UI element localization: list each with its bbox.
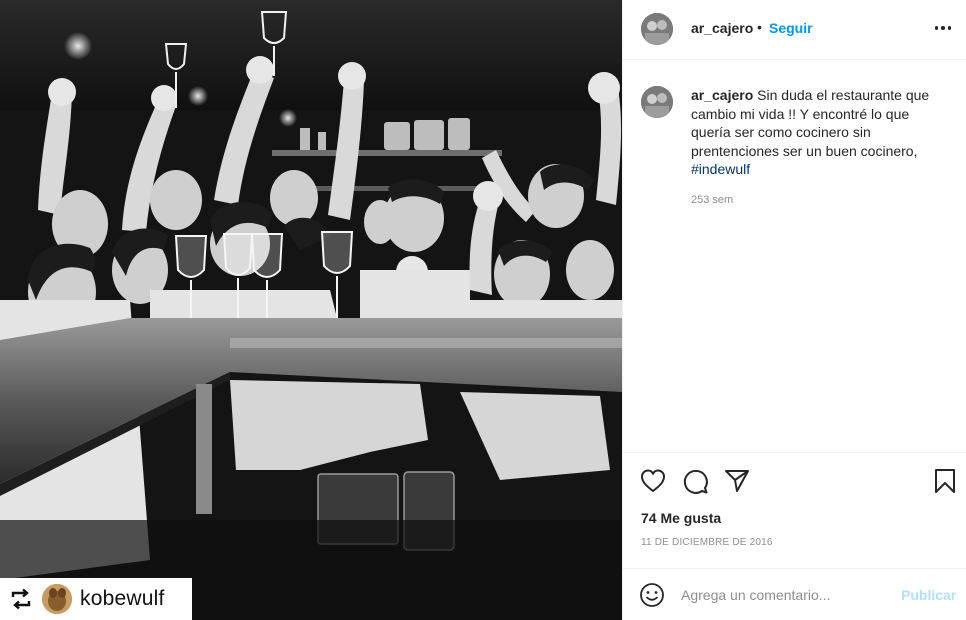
bookmark-icon[interactable] [931,467,959,495]
publish-button[interactable]: Publicar [901,587,956,603]
post-actions [623,452,966,504]
follow-button[interactable]: Seguir [769,20,813,36]
likes-count[interactable]: 74 Me gusta [641,510,721,526]
send-icon[interactable] [723,467,751,495]
repost-username: kobewulf [80,587,165,610]
caption-username[interactable]: ar_cajero [691,87,753,103]
post-caption: ar_cajero Sin duda el restaurante que ca… [691,86,951,179]
repost-tag[interactable]: kobewulf [0,578,192,620]
author-username[interactable]: ar_cajero [691,20,753,36]
caption-hashtag[interactable]: #indewulf [691,160,951,179]
repost-avatar [42,584,72,614]
caption-avatar[interactable] [641,86,673,118]
post-photo[interactable]: kobewulf [0,0,622,620]
caption-block: ar_cajero Sin duda el restaurante que ca… [623,60,966,450]
post-date: 11 DE DICIEMBRE DE 2016 [641,537,773,548]
caption-time: 253 sem [691,194,734,206]
kitchen-crew-photo [0,0,622,620]
author-avatar[interactable] [641,13,673,45]
header-separator: • [757,19,762,35]
post-side-panel: ar_cajero • Seguir ar_cajero Sin duda el… [622,0,966,620]
comment-icon[interactable] [681,467,709,495]
repost-icon [8,586,34,612]
emoji-icon[interactable] [639,582,665,608]
more-options-icon[interactable] [933,18,953,38]
post-header: ar_cajero • Seguir [623,0,966,60]
comment-bar: Publicar [623,568,966,620]
heart-icon[interactable] [639,467,667,495]
comment-input[interactable] [681,583,891,607]
